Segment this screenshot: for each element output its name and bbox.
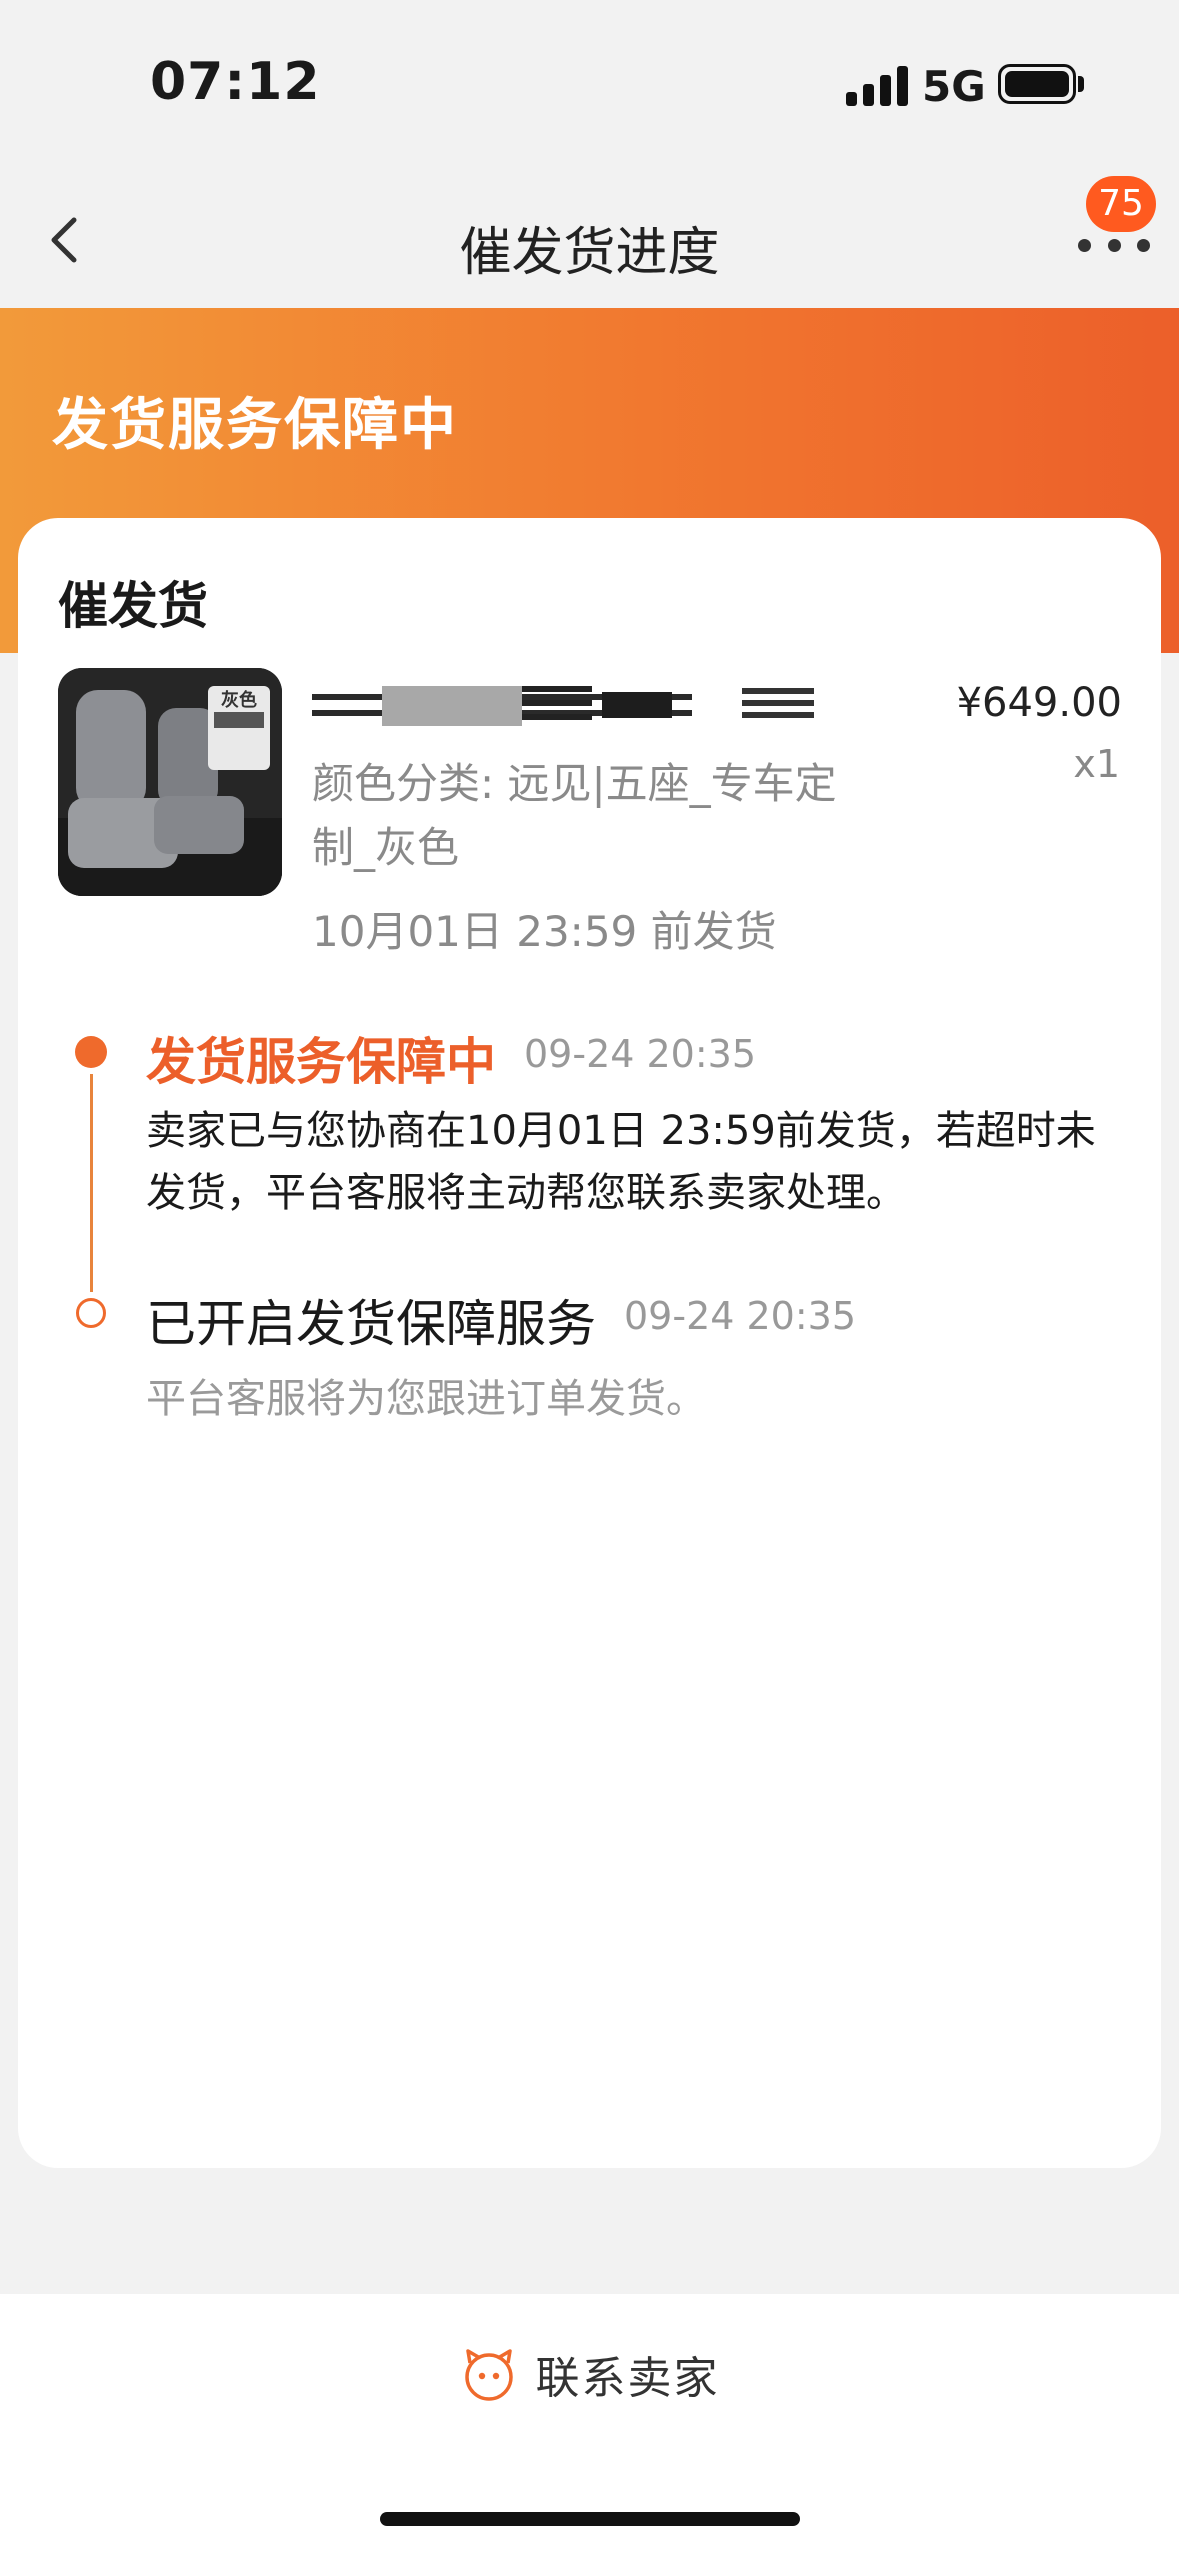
- more-button[interactable]: [1078, 236, 1150, 254]
- more-dot: [1137, 238, 1150, 252]
- product-quantity: x1: [1073, 742, 1120, 786]
- battery-tip: [1078, 76, 1084, 92]
- card-title: 催发货: [58, 577, 208, 635]
- timeline-event-time: 09-24 20:35: [524, 1032, 757, 1076]
- banner-title: 发货服务保障中: [52, 393, 458, 458]
- message-count-badge: 75: [1086, 176, 1156, 232]
- status-time: 07:12: [150, 52, 321, 112]
- timeline-event-title: 发货服务保障中: [146, 1033, 496, 1091]
- contact-seller-button[interactable]: 联系卖家: [0, 2342, 1179, 2406]
- network-type: 5G: [922, 62, 986, 111]
- ship-deadline: 10月01日 23:59 前发货: [312, 907, 777, 956]
- thumb-label: 灰色: [221, 689, 257, 711]
- timeline-event-title: 已开启发货保障服务: [146, 1295, 596, 1353]
- timeline-dot-active: [75, 1036, 107, 1068]
- product-price: ¥649.00: [956, 680, 1122, 726]
- seller-avatar-icon: [464, 2349, 513, 2401]
- battery-icon: [998, 64, 1076, 104]
- timeline-line: [90, 1074, 93, 1292]
- timeline-event-desc: 卖家已与您协商在10月01日 23:59前发货，若超时未发货，平台客服将主动帮您…: [146, 1108, 1096, 1216]
- product-thumbnail[interactable]: 灰色: [58, 668, 282, 896]
- timeline-event-desc: 平台客服将为您跟进订单发货。: [146, 1376, 706, 1422]
- product-spec: 颜色分类: 远见|五座_专车定制_灰色: [312, 759, 837, 872]
- home-indicator: [380, 2512, 800, 2526]
- contact-seller-label: 联系卖家: [535, 2353, 720, 2404]
- page-title: 催发货进度: [459, 223, 720, 283]
- signal-icon: [846, 62, 908, 106]
- more-dot: [1078, 238, 1091, 252]
- more-dot: [1107, 238, 1121, 252]
- timeline-dot: [76, 1298, 106, 1328]
- timeline-event-time: 09-24 20:35: [624, 1294, 857, 1338]
